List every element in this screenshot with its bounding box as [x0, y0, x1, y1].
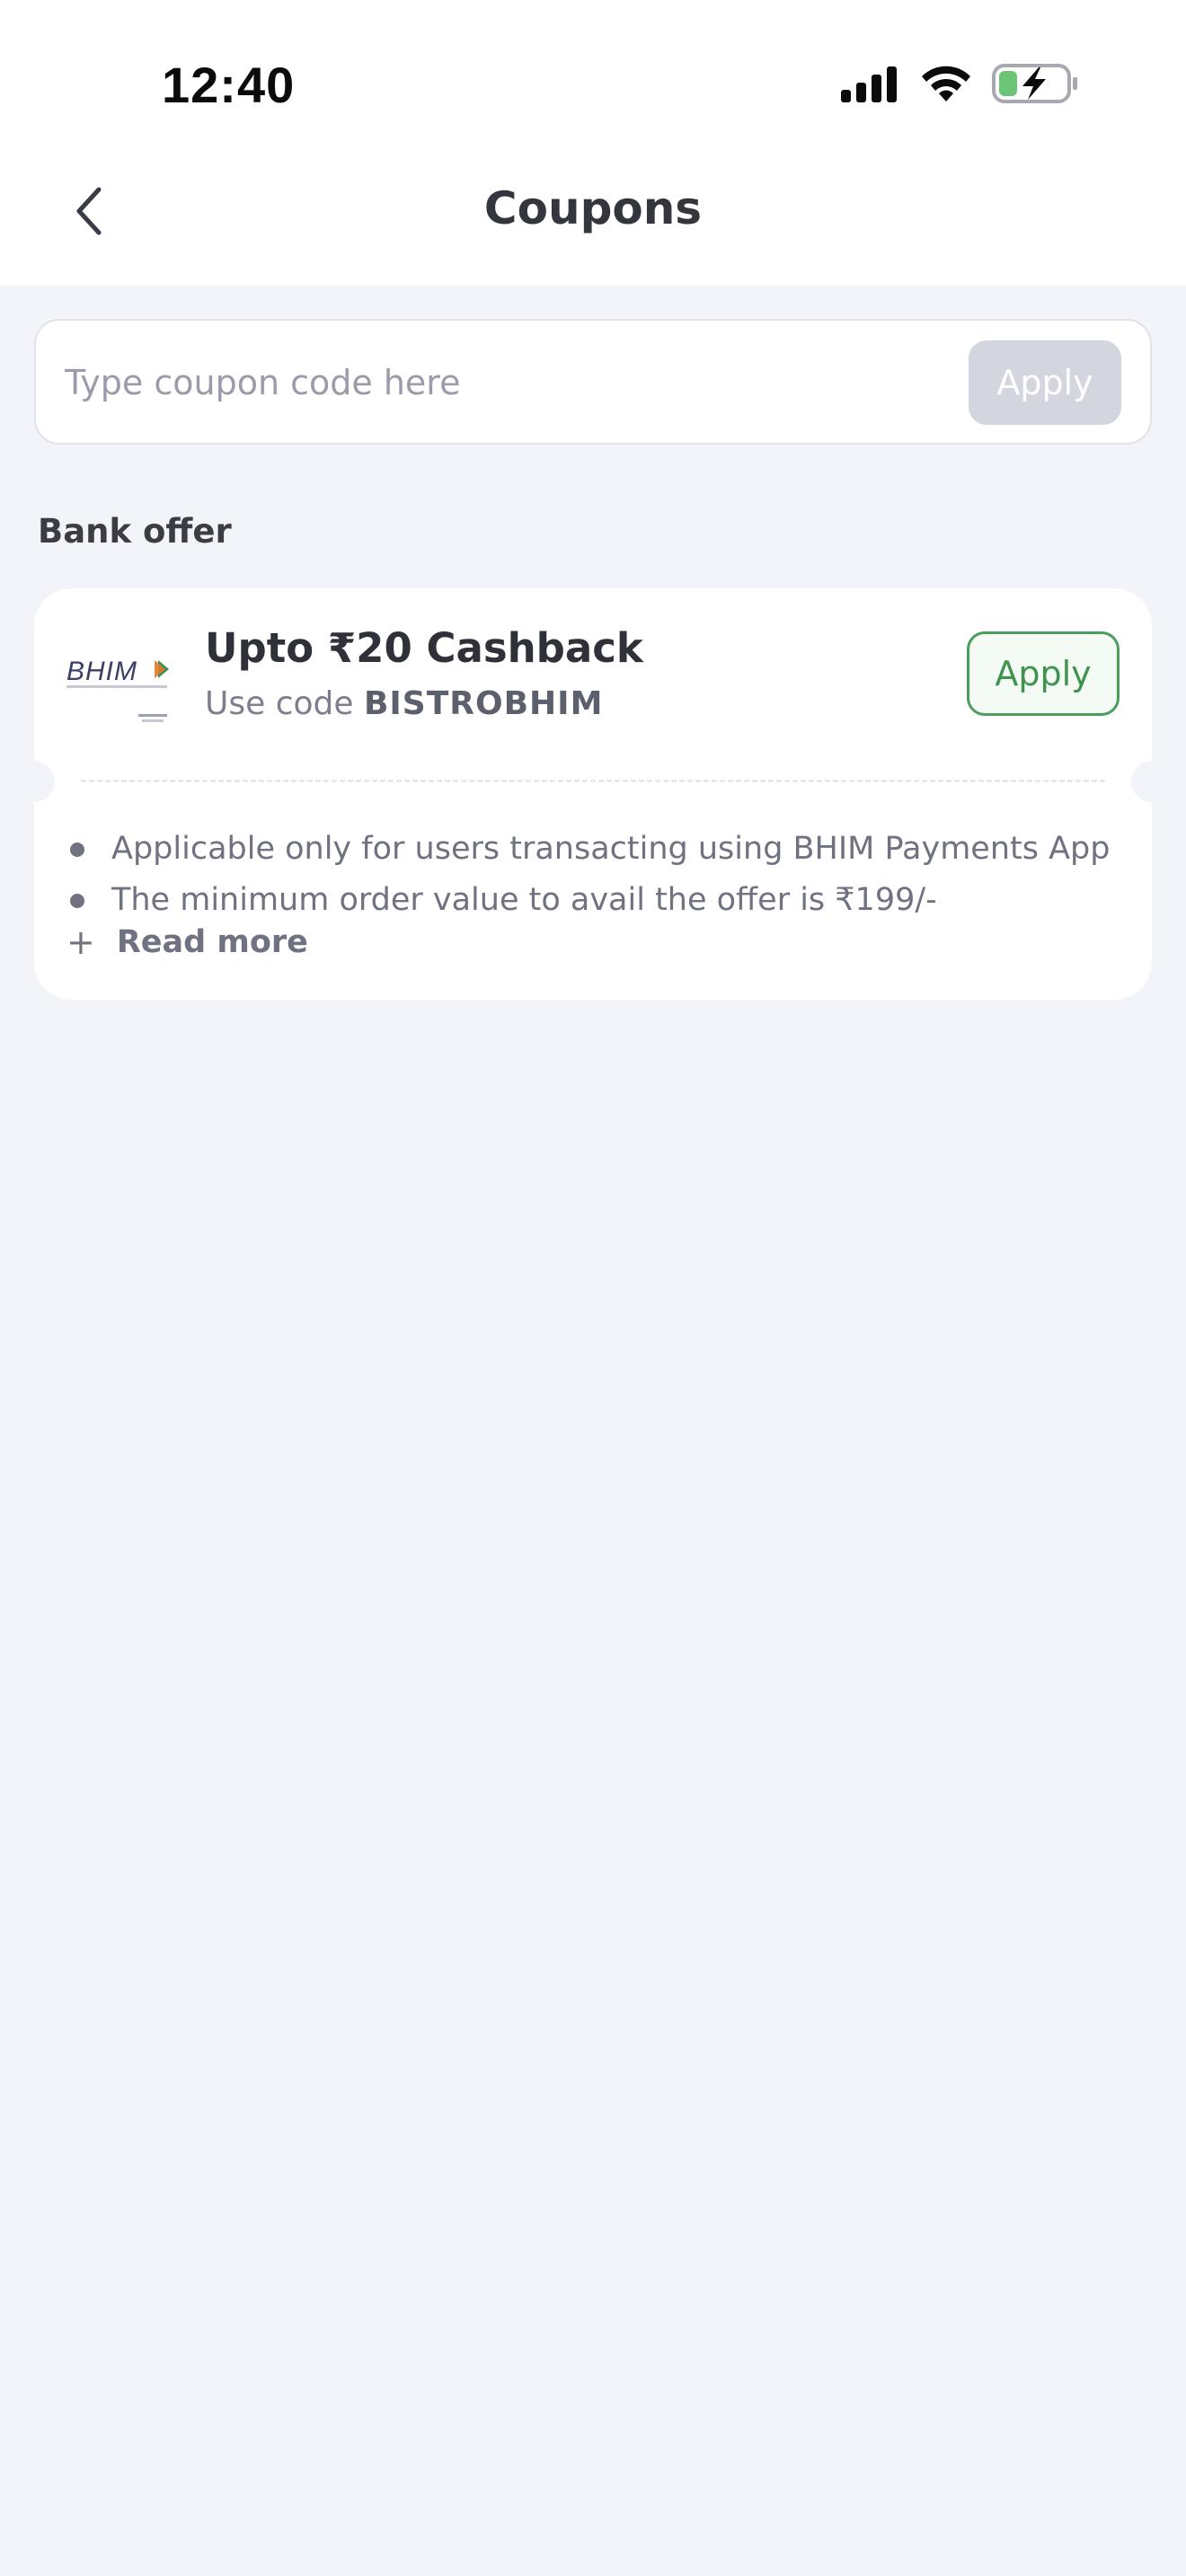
coupon-apply-button[interactable]: Apply	[969, 340, 1121, 425]
terms-item: Applicable only for users transacting us…	[66, 824, 1120, 875]
battery-charging-icon	[992, 62, 1078, 109]
offer-code: BISTROBHIM	[363, 685, 604, 722]
section-heading-bank-offer: Bank offer	[38, 512, 232, 551]
cellular-signal-icon	[841, 65, 900, 106]
dashed-divider	[81, 780, 1105, 782]
terms-text: Applicable only for users transacting us…	[111, 831, 1111, 867]
header: Coupons	[0, 157, 1186, 286]
card-notch-left	[34, 761, 55, 802]
terms-list: Applicable only for users transacting us…	[66, 824, 1120, 926]
terms-text: The minimum order value to avail the off…	[111, 882, 937, 918]
status-time: 12:40	[162, 57, 296, 113]
wifi-icon	[920, 64, 972, 107]
page-title: Coupons	[483, 182, 703, 234]
offer-card: BHIM Upto ₹20 Cashback Use code BISTROBH…	[34, 588, 1152, 1000]
read-more-label: Read more	[116, 924, 308, 960]
bullet-icon	[70, 842, 84, 857]
status-icons	[841, 63, 1078, 108]
bullet-icon	[70, 894, 84, 908]
plus-icon: +	[66, 922, 95, 962]
card-notch-right	[1131, 761, 1152, 802]
offer-apply-button[interactable]: Apply	[967, 631, 1120, 716]
coupon-code-input[interactable]	[63, 344, 916, 421]
terms-item: The minimum order value to avail the off…	[66, 875, 1120, 926]
offer-code-line: Use code BISTROBHIM	[205, 685, 603, 722]
bhim-logo-text: BHIM	[66, 657, 137, 686]
offer-title: Upto ₹20 Cashback	[205, 624, 643, 672]
status-bar: 12:40	[0, 0, 1186, 157]
coupon-code-box: Apply	[34, 319, 1152, 445]
bhim-logo: BHIM	[65, 651, 173, 732]
offer-code-prefix: Use code	[205, 685, 364, 722]
read-more-button[interactable]: + Read more	[66, 924, 308, 960]
